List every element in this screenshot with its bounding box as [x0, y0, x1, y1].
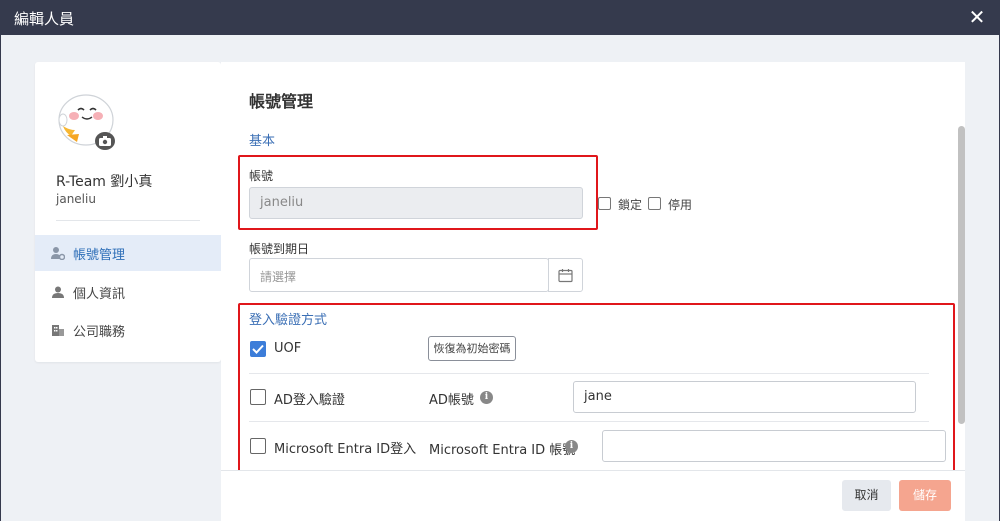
row-divider — [249, 421, 929, 422]
profile-card: R-Team 劉小真 janeliu 帳號管理 個人資訊 公司職務 — [35, 62, 221, 362]
sidebar-item-label: 帳號管理 — [73, 247, 126, 263]
sidebar-item-label: 個人資訊 — [73, 286, 126, 302]
page-title: 帳號管理 — [249, 92, 314, 111]
sidebar-item-company-position[interactable]: 公司職務 — [35, 312, 221, 348]
ad-login-label: AD登入驗證 — [274, 393, 345, 408]
lock-label: 鎖定 — [618, 198, 643, 212]
account-field[interactable]: janeliu — [249, 187, 583, 219]
dialog-titlebar: 編輯人員 ✕ — [0, 0, 1000, 35]
info-icon[interactable]: i — [565, 440, 578, 453]
scrollbar-thumb[interactable] — [958, 126, 965, 424]
basic-section-title: 基本 — [249, 134, 276, 149]
save-button[interactable]: 儲存 — [899, 480, 951, 511]
sidebar-item-personal-info[interactable]: 個人資訊 — [35, 274, 221, 310]
person-icon — [51, 285, 65, 299]
entra-login-label: Microsoft Entra ID登入 — [274, 442, 417, 457]
close-icon[interactable]: ✕ — [968, 6, 986, 28]
row-divider — [249, 373, 929, 374]
sidebar-item-label: 公司職務 — [73, 324, 126, 340]
expiry-label: 帳號到期日 — [249, 242, 310, 256]
dialog-border-left — [0, 35, 1, 521]
building-icon — [51, 323, 65, 337]
account-label: 帳號 — [249, 169, 274, 183]
login-method-section-title: 登入驗證方式 — [249, 313, 328, 328]
expiry-date-input[interactable]: 請選擇 — [249, 258, 549, 292]
reset-password-button[interactable]: 恢復為初始密碼 — [428, 336, 516, 361]
dialog-title: 編輯人員 — [14, 10, 75, 28]
ad-account-input[interactable]: jane — [573, 381, 916, 413]
user-gear-icon — [51, 246, 65, 260]
divider — [56, 220, 200, 221]
ad-account-label: AD帳號 — [429, 393, 474, 408]
checkmark-icon — [252, 344, 264, 354]
profile-name: R-Team 劉小真 — [56, 174, 153, 190]
sidebar-item-account-management[interactable]: 帳號管理 — [35, 235, 221, 271]
profile-account: janeliu — [56, 192, 96, 206]
uof-label: UOF — [274, 341, 302, 356]
calendar-icon[interactable] — [548, 258, 583, 292]
ad-login-checkbox[interactable] — [250, 389, 266, 405]
camera-icon[interactable] — [95, 132, 115, 150]
info-icon[interactable]: i — [480, 391, 493, 404]
uof-checkbox[interactable] — [250, 341, 266, 357]
disable-label: 停用 — [668, 198, 693, 212]
entra-login-checkbox[interactable] — [250, 438, 266, 454]
entra-account-label: Microsoft Entra ID 帳號 — [429, 443, 576, 458]
cancel-button[interactable]: 取消 — [842, 480, 891, 511]
account-management-panel: 帳號管理 基本 帳號 janeliu 鎖定 停用 帳號到期日 請選擇 登入驗證方… — [221, 62, 965, 470]
entra-account-input[interactable] — [602, 430, 946, 462]
lock-checkbox[interactable] — [598, 197, 611, 210]
disable-checkbox[interactable] — [648, 197, 661, 210]
